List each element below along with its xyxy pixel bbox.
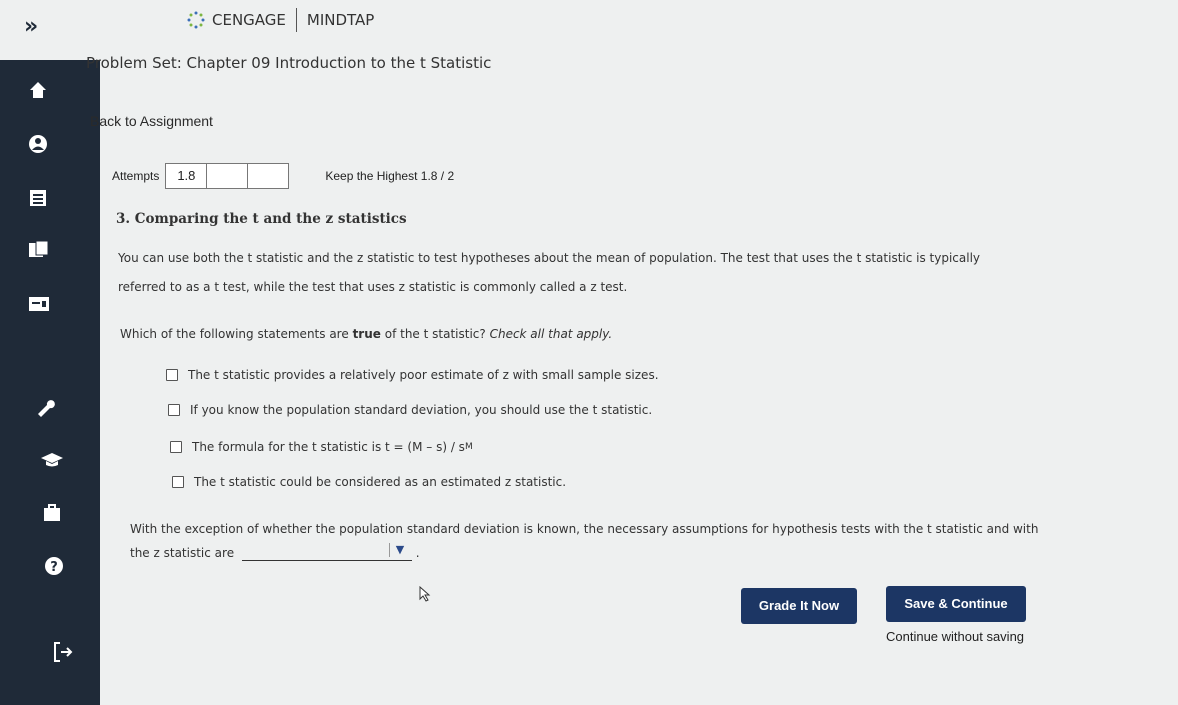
option-2[interactable]: If you know the population standard devi… — [168, 403, 652, 417]
intro-line-1: You can use both the t statistic and the… — [118, 251, 981, 265]
attempt-box-3 — [248, 164, 288, 188]
problem-set-title: Problem Set: Chapter 09 Introduction to … — [86, 54, 492, 72]
wrench-icon[interactable] — [36, 398, 56, 418]
keep-highest: Keep the Highest 1.8 / 2 — [325, 169, 454, 183]
sidebar: » ? — [0, 0, 100, 705]
assumptions-paragraph: With the exception of whether the popula… — [130, 517, 1070, 565]
score: 1.8 / 2 — [420, 169, 455, 183]
brand-name: CENGAGE — [212, 11, 286, 29]
home-icon[interactable] — [28, 80, 48, 100]
prompt-bold: true — [352, 327, 381, 341]
card-icon[interactable] — [28, 294, 50, 314]
option-3-label: The formula for the t statistic is t = (… — [192, 440, 465, 454]
save-continue-button[interactable]: Save & Continue — [886, 586, 1026, 622]
profile-icon[interactable] — [28, 134, 48, 154]
document-icon[interactable] — [28, 188, 48, 208]
sidebar-top — [0, 0, 100, 60]
option-1[interactable]: The t statistic provides a relatively po… — [166, 368, 659, 382]
expand-icon[interactable]: » — [24, 14, 38, 39]
prompt-mid: of the t statistic? — [384, 327, 486, 341]
brand-divider — [295, 8, 297, 32]
attempt-box-1: 1.8 — [166, 164, 208, 188]
briefcase-icon[interactable] — [42, 503, 62, 523]
assumption-line-2: the z statistic are ▼ . — [130, 541, 1070, 565]
option-4-checkbox[interactable] — [172, 476, 184, 488]
bookmark-icon[interactable] — [28, 240, 50, 260]
svg-text:?: ? — [50, 560, 58, 575]
question-prompt: Which of the following statements are tr… — [120, 327, 612, 341]
attempts-boxes: 1.8 — [165, 163, 290, 189]
assumption-line-2-text: the z statistic are — [130, 546, 235, 560]
assumption-line-1: With the exception of whether the popula… — [130, 522, 1039, 536]
intro-line-2: referred to as a t test, while the test … — [118, 280, 628, 294]
attempts-row: Attempts 1.8 Keep the Highest 1.8 / 2 — [112, 163, 454, 189]
attempt-box-2 — [207, 164, 249, 188]
keep-highest-label: Keep the Highest — [325, 169, 418, 183]
option-4[interactable]: The t statistic could be considered as a… — [172, 475, 566, 489]
product-name: MINDTAP — [306, 11, 375, 29]
question-title: 3. Comparing the t and the z statistics — [116, 211, 407, 227]
option-3-subscript: M — [464, 442, 473, 452]
option-3-checkbox[interactable] — [170, 441, 182, 453]
option-2-checkbox[interactable] — [168, 404, 180, 416]
continue-without-saving-link[interactable]: Continue without saving — [886, 629, 1024, 644]
logout-icon[interactable] — [52, 640, 76, 664]
assumption-end: . — [415, 546, 420, 560]
grade-it-now-button[interactable]: Grade It Now — [741, 588, 857, 624]
assumptions-dropdown[interactable]: ▼ — [241, 543, 412, 561]
prompt-pre: Which of the following statements are — [120, 327, 349, 341]
mouse-cursor-icon — [419, 586, 431, 602]
chevron-down-icon[interactable]: ▼ — [388, 543, 410, 557]
brand: CENGAGE MINDTAP — [186, 8, 374, 32]
option-3[interactable]: The formula for the t statistic is t = (… — [170, 440, 473, 454]
graduation-cap-icon[interactable] — [40, 450, 64, 470]
option-1-checkbox[interactable] — [166, 369, 178, 381]
prompt-italic: Check all that apply. — [489, 327, 613, 341]
attempts-label: Attempts — [112, 169, 160, 183]
back-to-assignment-link[interactable]: Back to Assignment — [90, 113, 213, 129]
option-4-label: The t statistic could be considered as a… — [194, 475, 567, 489]
option-1-label: The t statistic provides a relatively po… — [188, 368, 659, 382]
option-2-label: If you know the population standard devi… — [190, 403, 653, 417]
cengage-logo-icon — [187, 11, 205, 29]
help-icon[interactable]: ? — [44, 556, 64, 576]
top-bar: CENGAGE MINDTAP — [100, 0, 1178, 40]
